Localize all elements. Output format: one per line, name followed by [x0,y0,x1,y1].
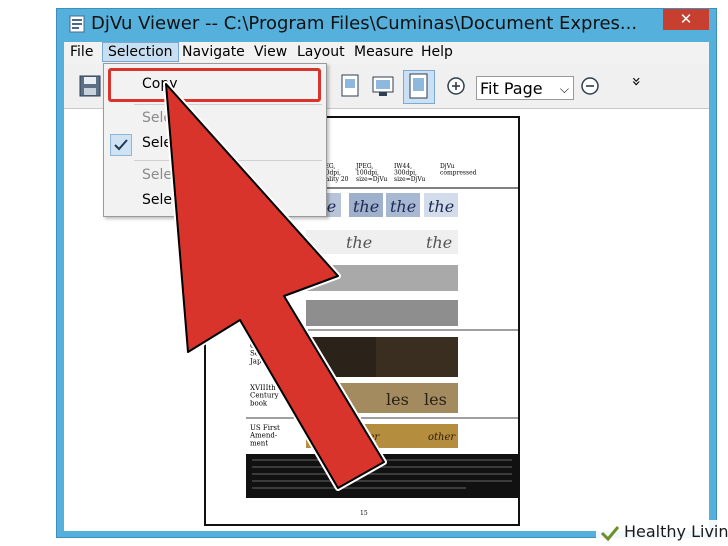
menu-item-select-disabled-2[interactable]: Select [142,167,185,183]
title-bar: DjVu Viewer -- C:\Program Files\Cuminas\… [57,9,716,41]
menu-separator [134,104,322,105]
menu-selection[interactable]: Selection [102,42,179,62]
column-header: JPEG, 100dpi, size=DjVu [355,163,387,183]
menu-file[interactable]: File [70,44,93,60]
menu-navigate[interactable]: Navigate [182,44,245,60]
menu-measure[interactable]: Measure [354,44,414,60]
continuous-page-button[interactable] [403,70,435,104]
zoom-select[interactable]: Fit Page ⌵ [476,76,574,100]
zoom-out-icon[interactable] [578,73,602,99]
checkmark-logo-icon [600,526,620,542]
sample-word: the [353,197,379,216]
menu-separator [134,160,322,161]
sample-word: the [426,233,452,252]
menu-item-select[interactable]: Select [142,192,185,208]
sample-word: other [352,432,380,443]
sample-word: other [312,432,340,443]
window-title: DjVu Viewer -- C:\Program Files\Cuminas\… [91,13,638,34]
zoom-in-icon[interactable] [444,73,468,99]
menu-item-select-disabled[interactable]: Select [142,110,185,126]
app-window: DjVu Viewer -- C:\Program Files\Cuminas\… [56,8,717,538]
close-button[interactable]: ✕ [663,9,709,30]
copy-highlight-box [108,68,321,102]
healthy-living-watermark: Healthy Living [596,520,728,546]
menu-bar: File Selection Navigate View Layout Meas… [64,42,709,64]
sample-word: les [386,390,409,409]
djvu-app-icon [69,15,85,33]
row-label: XVIIIth Century book [250,384,279,407]
sample-word: other [428,432,456,443]
save-icon[interactable] [78,73,102,99]
row-label: Cr Secti Japa [249,342,269,365]
sample-word: les [424,390,447,409]
page-number: 15 [360,510,368,517]
facing-pages-icon[interactable] [371,73,395,99]
continuous-page-icon [409,73,428,99]
menu-item-select-checked[interactable]: Select [142,135,185,151]
selection-menu: Copy Select Select Select Select [103,63,327,217]
menu-help[interactable]: Help [421,44,453,60]
chevron-down-icon: ⌵ [559,82,569,96]
watermark-label: Healthy Living [624,522,728,541]
single-page-icon[interactable] [338,73,362,99]
check-icon [110,134,132,156]
sample-word: the [346,233,372,252]
sample-word: the [390,197,416,216]
menu-view[interactable]: View [254,44,287,60]
column-header: DjVu compressed [440,163,477,177]
sample-word: the [428,197,454,216]
column-header: IW44, 300dpi, size=DjVu [394,163,425,183]
menu-item-copy[interactable]: Copy [142,76,178,92]
toolbar-overflow-icon[interactable]: » [627,77,646,87]
zoom-value: Fit Page [480,79,543,98]
menu-layout[interactable]: Layout [297,44,345,60]
row-label: US First Amend-ment [249,424,280,447]
